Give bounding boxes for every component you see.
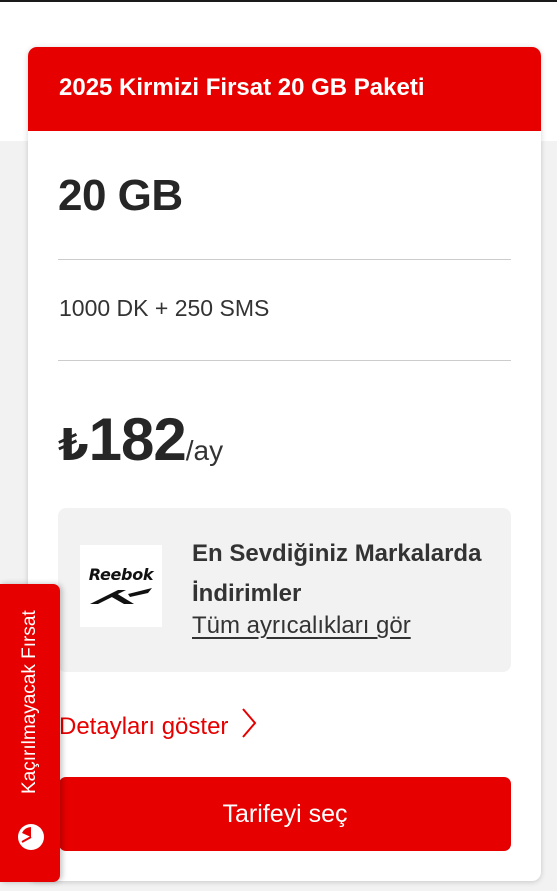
divider (58, 259, 511, 260)
promo-box: Reebok En Sevdiğiniz Markalarda İndiriml… (58, 508, 511, 672)
price-amount: 182 (88, 406, 187, 473)
side-tab-label: Kaçırılmayacak Fırsat (19, 610, 40, 794)
chevron-right-icon (240, 707, 258, 746)
promo-title: En Sevdiğiniz Markalarda İndirimler (192, 540, 482, 607)
data-amount: 20 GB (58, 171, 183, 220)
vector-logo-icon (90, 587, 152, 604)
package-title: 2025 Kirmizi Firsat 20 GB Paketi (59, 74, 425, 101)
price: ₺182/ay (58, 405, 223, 474)
brand-logo-text: Reebok (88, 564, 154, 584)
select-tariff-button[interactable]: Tarifeyi seç (59, 777, 511, 851)
show-details-link[interactable]: Detayları göster (59, 707, 258, 746)
card-header: 2025 Kirmizi Firsat 20 GB Paketi (28, 47, 541, 131)
side-tab-offer[interactable]: Kaçırılmayacak Fırsat (0, 584, 60, 882)
tariff-card: 2025 Kirmizi Firsat 20 GB Paketi 20 GB 1… (28, 47, 541, 881)
timer-icon (18, 824, 44, 850)
price-period: /ay (185, 435, 224, 466)
brand-logo: Reebok (80, 545, 162, 627)
divider (58, 360, 511, 361)
show-details-label: Detayları göster (59, 712, 229, 740)
top-border (0, 0, 557, 2)
minutes-sms: 1000 DK + 250 SMS (59, 295, 270, 321)
currency-symbol: ₺ (58, 421, 89, 470)
all-benefits-link[interactable]: Tüm ayrıcalıkları gör (192, 612, 411, 640)
